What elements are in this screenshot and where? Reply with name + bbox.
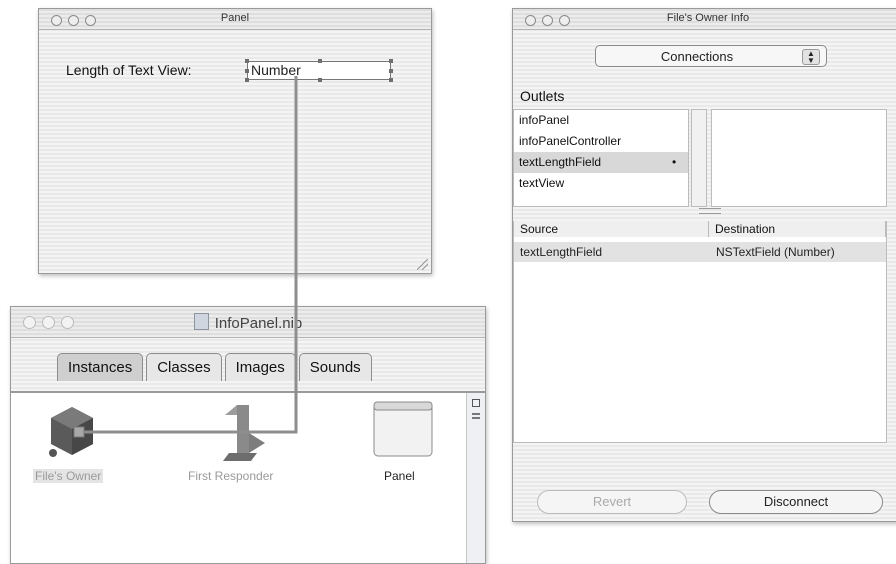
nib-titlebar[interactable]: InfoPanel.nib bbox=[11, 307, 485, 338]
tab-instances[interactable]: Instances bbox=[57, 353, 144, 381]
length-label: Length of Text View: bbox=[66, 62, 192, 78]
selection-handle[interactable] bbox=[245, 59, 249, 63]
disconnect-button[interactable]: Disconnect bbox=[709, 490, 883, 514]
connection-dot-icon: • bbox=[672, 155, 677, 169]
tab-bar: Instances Classes Images Sounds bbox=[57, 353, 375, 381]
outlet-item-selected[interactable]: textLengthField • bbox=[514, 152, 688, 173]
popup-value: Connections bbox=[660, 49, 734, 64]
selection-handle[interactable] bbox=[245, 78, 249, 82]
info-window: File's Owner Info Connections ▲ ▼ Outlets… bbox=[512, 8, 896, 522]
outlets-list: infoPanel infoPanelController textLength… bbox=[513, 109, 689, 207]
selection-handle[interactable] bbox=[318, 59, 322, 63]
table-row[interactable]: textLengthField NSTextField (Number) bbox=[514, 242, 886, 262]
popup-arrows-icon: ▲ ▼ bbox=[802, 49, 820, 65]
panel-window: Panel Length of Text View: Number bbox=[38, 8, 432, 274]
outlet-item[interactable]: textView bbox=[514, 173, 688, 194]
window-title: File's Owner Info bbox=[666, 12, 750, 24]
tab-classes[interactable]: Classes bbox=[146, 353, 222, 381]
connections-popup[interactable]: Connections ▲ ▼ bbox=[595, 45, 827, 67]
column-header-destination[interactable]: Destination bbox=[709, 221, 886, 237]
outlets-scrollbar[interactable] bbox=[691, 109, 707, 207]
list-view-icon[interactable] bbox=[472, 413, 480, 419]
panel-icon-label: Panel bbox=[384, 469, 415, 483]
panel-window-icon[interactable] bbox=[373, 401, 435, 459]
first-responder-label: First Responder bbox=[188, 469, 274, 483]
cube-icon[interactable] bbox=[47, 405, 97, 457]
window-title: InfoPanel.nib bbox=[214, 315, 303, 332]
instances-pane: File's Owner First Responder Panel bbox=[11, 393, 467, 563]
split-view-grip[interactable] bbox=[699, 208, 721, 214]
info-titlebar[interactable]: File's Owner Info bbox=[513, 9, 896, 30]
outlet-item[interactable]: infoPanel bbox=[514, 110, 688, 131]
first-responder-icon[interactable] bbox=[215, 403, 265, 463]
icon-view-icon[interactable] bbox=[472, 399, 480, 407]
window-title: Panel bbox=[220, 12, 250, 24]
destination-cell: NSTextField (Number) bbox=[716, 245, 835, 259]
selection-handle[interactable] bbox=[245, 69, 249, 73]
outlet-detail-pane bbox=[711, 109, 887, 207]
tab-images[interactable]: Images bbox=[224, 353, 296, 381]
nib-scrollbar[interactable] bbox=[466, 393, 485, 563]
column-header-source[interactable]: Source bbox=[514, 221, 709, 237]
nib-window: InfoPanel.nib Instances Classes Images Soun… bbox=[10, 306, 486, 564]
files-owner-label: File's Owner bbox=[33, 469, 104, 483]
tab-sounds[interactable]: Sounds bbox=[298, 353, 372, 381]
source-cell: textLengthField bbox=[520, 245, 603, 259]
outlets-heading: Outlets bbox=[520, 88, 565, 104]
nib-document-icon bbox=[193, 313, 209, 330]
outlet-item[interactable]: infoPanelController bbox=[514, 131, 688, 152]
selection-handle[interactable] bbox=[389, 78, 393, 82]
selection-handle[interactable] bbox=[389, 59, 393, 63]
selection-handle[interactable] bbox=[389, 69, 393, 73]
revert-button[interactable]: Revert bbox=[537, 490, 687, 514]
selection-handle[interactable] bbox=[318, 78, 322, 82]
resize-grip[interactable] bbox=[417, 259, 428, 270]
panel-titlebar[interactable]: Panel bbox=[39, 9, 431, 30]
